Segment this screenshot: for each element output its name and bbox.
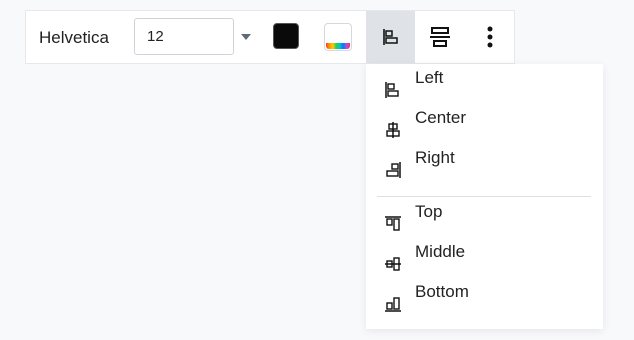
text-color-button[interactable] — [273, 23, 301, 51]
align-top-icon — [385, 216, 401, 231]
more-vertical-icon — [487, 26, 493, 48]
font-family-selector[interactable]: Helvetica — [39, 28, 109, 48]
menu-divider — [377, 196, 591, 197]
menu-item-label: Center — [415, 108, 467, 127]
align-middle-icon — [385, 257, 401, 271]
caret-down-icon — [241, 34, 251, 40]
rainbow-icon — [326, 43, 350, 49]
menu-item-align-right[interactable]: Right — [366, 148, 603, 187]
menu-item-label: Right — [415, 148, 455, 167]
vertical-align-button[interactable] — [426, 23, 454, 51]
menu-item-align-center[interactable]: Center — [366, 108, 603, 147]
menu-item-label: Bottom — [415, 282, 469, 301]
font-size-dropdown-button[interactable] — [238, 27, 254, 47]
align-left-icon — [385, 82, 399, 98]
menu-item-align-bottom[interactable]: Bottom — [366, 282, 603, 321]
alignment-dropdown-menu: Left Center Right Top Middle Bottom — [366, 64, 603, 329]
menu-item-align-left[interactable]: Left — [366, 68, 603, 107]
align-vertical-center-icon — [430, 27, 450, 47]
align-left-icon — [382, 29, 398, 45]
menu-item-label: Left — [415, 68, 444, 87]
menu-item-align-middle[interactable]: Middle — [366, 242, 603, 281]
font-size-input[interactable] — [134, 18, 234, 55]
background-color-swatch — [324, 23, 352, 51]
menu-item-label: Middle — [415, 242, 466, 261]
text-color-swatch — [273, 23, 299, 49]
menu-item-align-top[interactable]: Top — [366, 202, 603, 241]
more-options-button[interactable] — [480, 23, 500, 51]
format-toolbar: Helvetica — [25, 10, 515, 64]
menu-item-label: Top — [415, 202, 443, 221]
align-right-icon — [386, 162, 401, 178]
horizontal-align-button[interactable] — [366, 11, 415, 63]
align-center-icon — [386, 122, 400, 138]
align-bottom-icon — [385, 297, 401, 312]
background-color-button[interactable] — [324, 23, 352, 51]
